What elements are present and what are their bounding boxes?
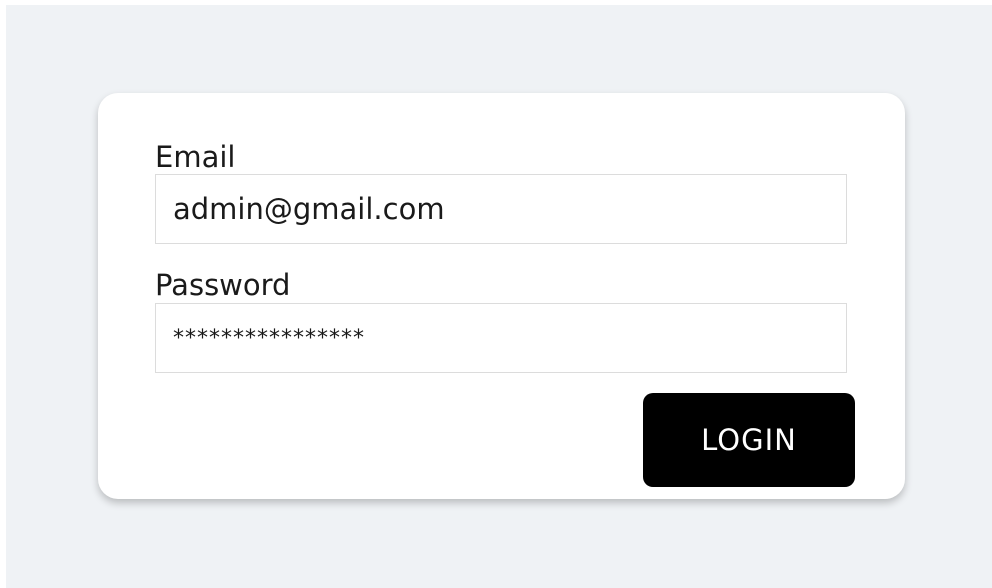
email-field[interactable] <box>155 174 847 244</box>
password-field[interactable] <box>155 303 847 373</box>
password-label: Password <box>155 268 291 302</box>
email-label: Email <box>155 140 236 174</box>
login-button[interactable]: LOGIN <box>643 393 855 487</box>
